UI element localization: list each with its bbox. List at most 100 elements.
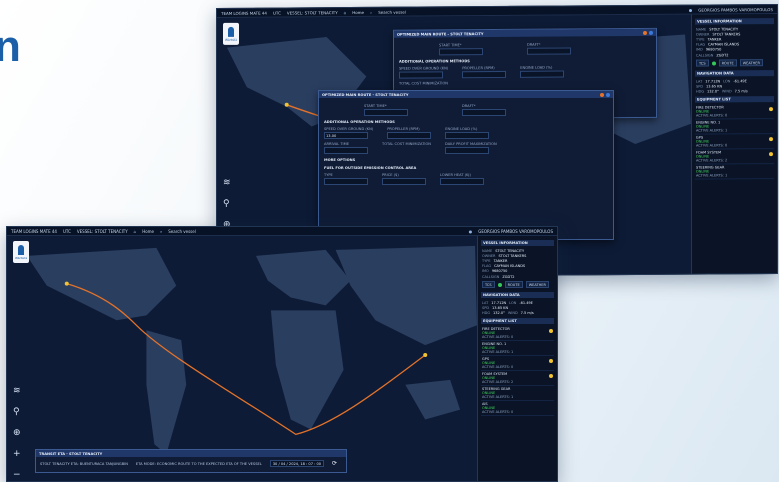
search-icon[interactable]: ⌕ — [160, 229, 162, 234]
equipment-item[interactable]: ENGINE NO. 1 ONLINE ACTIVE ALERTS: 1 — [481, 341, 554, 356]
nav-data-header: NAVIGATION DATA — [481, 292, 554, 299]
draft-field[interactable] — [527, 47, 571, 55]
home-link[interactable]: Home — [142, 229, 154, 234]
layers-icon[interactable]: ≋ — [13, 387, 21, 396]
engine-load-field[interactable] — [445, 132, 490, 139]
propeller-field[interactable] — [387, 132, 432, 139]
vessel-selector[interactable]: VESSEL: STOLT TENACITY — [287, 10, 338, 15]
toggle-route[interactable]: ROUTE — [504, 281, 523, 289]
section-title: ADDITIONAL OPERATION METHODS — [399, 59, 470, 64]
top-bar: TEAM LOGINS MATE 44 UTC VESSEL: STOLT TE… — [7, 227, 557, 236]
close-icon[interactable] — [649, 30, 653, 35]
wartsila-logo-tile[interactable]: Wärtsilä — [223, 22, 239, 45]
equipment-item[interactable]: AIS ONLINE ACTIVE ALERTS: 0 — [481, 401, 554, 416]
equipment-item[interactable]: FIRE DETECTOR ONLINE ACTIVE ALERTS: 0 — [695, 103, 774, 120]
search-input[interactable]: Search vessel — [168, 229, 196, 234]
utc-label[interactable]: UTC — [273, 10, 281, 15]
route-icon[interactable]: ⚲ — [13, 408, 21, 417]
draft-field[interactable] — [462, 109, 506, 116]
draft-label: DRAFT* — [527, 42, 541, 47]
toggle-indicator[interactable] — [711, 61, 716, 66]
search-icon[interactable]: ⌕ — [370, 9, 372, 14]
minimize-icon[interactable] — [643, 30, 647, 35]
dialog-title-bar: OPTIMIZED MAIN ROUTE - STOLT TENACITY — [319, 91, 613, 98]
toggle-indicator[interactable] — [497, 282, 502, 287]
toggle-tcs[interactable]: TCS — [696, 59, 709, 67]
layer-toggles: TCS ROUTE WEATHER — [481, 279, 554, 290]
equipment-item[interactable]: FOAM SYSTEM ONLINE ACTIVE ALERTS: 2 — [481, 371, 554, 386]
start-time-field[interactable] — [364, 109, 408, 116]
section-title: ADDITIONAL OPERATION METHODS — [324, 120, 395, 124]
lower-heat-field[interactable] — [440, 178, 484, 185]
search-input[interactable]: Search vessel — [378, 9, 406, 14]
route-icon[interactable]: ⚲ — [223, 199, 231, 209]
eta-mode-text: ETA MODE: ECONOMIC ROUTE TO THE EXPECTED… — [135, 461, 262, 466]
sog-label: SPEED OVER GROUND (KN) — [399, 66, 449, 71]
equipment-item[interactable]: STEERING GEAR ONLINE ACTIVE ALERTS: 1 — [695, 163, 774, 180]
home-icon[interactable]: ⌂ — [134, 229, 137, 234]
equipment-item[interactable]: ENGINE NO. 1 ONLINE ACTIVE ALERTS: 1 — [695, 118, 774, 135]
map-tools: ≋ ⚲ ⊕ + − — [13, 387, 21, 480]
arrival-field[interactable] — [324, 147, 368, 154]
home-link[interactable]: Home — [352, 9, 364, 14]
vessel-selector[interactable]: VESSEL: STOLT TENACITY — [77, 229, 128, 234]
close-icon[interactable] — [606, 92, 610, 97]
engine-load-field[interactable] — [520, 70, 565, 78]
fuel-price-field[interactable] — [382, 178, 426, 185]
toggle-weather[interactable]: WEATHER — [525, 281, 549, 289]
wartsila-logo-tile[interactable]: Wärtsilä — [13, 241, 29, 263]
map-tools: ≋ ⚲ ⊕ — [223, 178, 231, 230]
toggle-weather[interactable]: WEATHER — [739, 59, 763, 67]
user-icon[interactable]: ● — [689, 7, 693, 12]
start-time-field[interactable] — [439, 48, 483, 56]
minimize-icon[interactable] — [600, 92, 604, 97]
status-dot — [769, 106, 773, 111]
target-icon[interactable]: ⊕ — [13, 429, 21, 438]
zoom-in-icon[interactable]: + — [13, 450, 21, 459]
user-name[interactable]: GEORGIOS PAMBOS VAROMOPOULOS — [698, 7, 773, 13]
layer-toggles: TCS ROUTE WEATHER — [695, 57, 774, 69]
toggle-tcs[interactable]: TCS — [482, 281, 495, 289]
equipment-item[interactable]: FOAM SYSTEM ONLINE ACTIVE ALERTS: 2 — [695, 148, 774, 165]
eta-date-field[interactable]: 30 / 04 / 2024, 18 : 07 : 00 — [269, 460, 325, 467]
propeller-label: PROPELLER (RPM) — [462, 66, 495, 71]
arrival-label: ARRIVAL TIME — [324, 142, 349, 146]
start-time-label: START TIME* — [439, 43, 462, 48]
equipment-item[interactable]: FIRE DETECTOR ONLINE ACTIVE ALERTS: 0 — [481, 326, 554, 341]
fuel-price-label: PRICE ($) — [382, 173, 399, 177]
user-icon[interactable]: ● — [469, 229, 473, 234]
home-icon[interactable]: ⌂ — [344, 10, 347, 15]
cost-min-label: TOTAL COST MINIMIZATION — [399, 81, 448, 86]
zoom-out-icon[interactable]: − — [13, 471, 21, 480]
toggle-route[interactable]: ROUTE — [718, 59, 737, 67]
eta-title: TRANSIT ETA - STOLT TENACITY — [36, 450, 346, 457]
lower-heat-label: LOWER HEAT (KJ) — [440, 173, 471, 177]
right-panel: VESSEL INFORMATION NAME STOLT TENACITY OW… — [477, 236, 557, 481]
status-dot — [769, 151, 773, 156]
more-options-toggle[interactable]: MORE OPTIONS — [324, 158, 608, 162]
profit-field[interactable] — [444, 147, 489, 154]
equipment-item[interactable]: GPS ONLINE ACTIVE ALERTS: 0 — [481, 356, 554, 371]
layers-icon[interactable]: ≋ — [223, 178, 231, 188]
utc-label[interactable]: UTC — [63, 229, 71, 234]
logo-label: Wärtsilä — [14, 255, 28, 260]
world-map[interactable] — [7, 236, 477, 481]
app-name: TEAM LOGINS MATE 44 — [11, 228, 57, 234]
status-dot — [549, 358, 553, 363]
equipment-item[interactable]: GPS ONLINE ACTIVE ALERTS: 0 — [695, 133, 774, 150]
refresh-icon[interactable]: ⟳ — [332, 460, 337, 467]
propeller-field[interactable] — [462, 70, 507, 79]
engine-load-label: ENGINE LOAD (%) — [520, 65, 553, 70]
front-screen: TEAM LOGINS MATE 44 UTC VESSEL: STOLT TE… — [6, 226, 558, 482]
sog-field[interactable]: 13.00 — [324, 132, 368, 139]
vessel-info-header: VESSEL INFORMATION — [481, 240, 554, 246]
status-dot — [549, 373, 553, 378]
sog-field[interactable] — [399, 71, 443, 79]
fuel-type-field[interactable] — [324, 178, 368, 185]
app-name: TEAM LOGINS MATE 44 — [221, 10, 267, 16]
equipment-item[interactable]: STEERING GEAR ONLINE ACTIVE ALERTS: 1 — [481, 386, 554, 401]
nav-row: HDG 132.0° WIND 7.5 m/s — [482, 311, 534, 316]
nav-data-header: NAVIGATION DATA — [695, 70, 774, 77]
dialog-title: OPTIMIZED MAIN ROUTE - STOLT TENACITY — [322, 92, 409, 97]
user-name[interactable]: GEORGIOS PAMBOS VAROMOPOULOS — [478, 229, 553, 234]
